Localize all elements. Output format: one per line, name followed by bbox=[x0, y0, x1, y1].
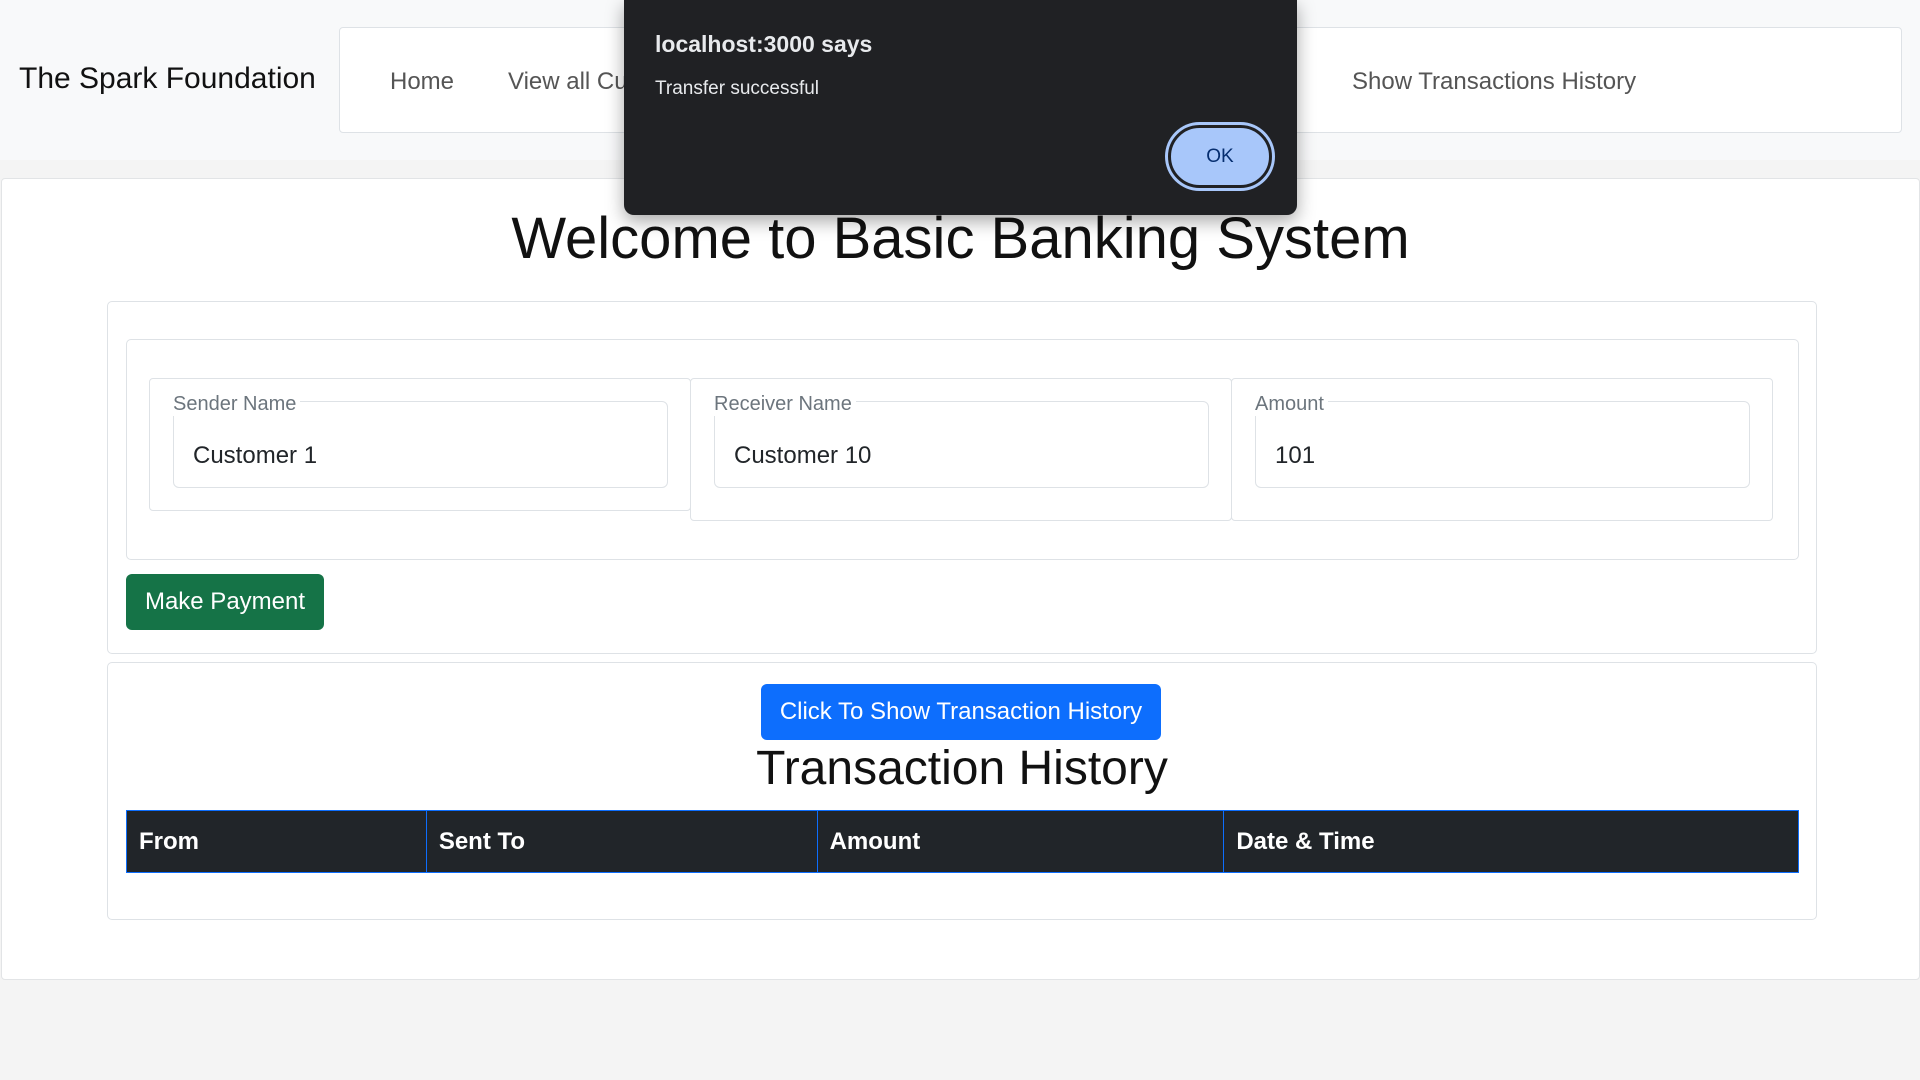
navbar-brand[interactable]: The Spark Foundation bbox=[19, 62, 316, 96]
table-header-row: From Sent To Amount Date & Time bbox=[126, 810, 1799, 873]
nav-link-view-customers[interactable]: View all Cu bbox=[508, 68, 628, 96]
column-header-from: From bbox=[126, 810, 427, 873]
payment-fields-card: Sender Name Receiver Name Amount bbox=[126, 339, 1799, 560]
dialog-ok-button[interactable]: OK bbox=[1168, 125, 1272, 188]
nav-link-home[interactable]: Home bbox=[390, 68, 454, 96]
make-payment-button[interactable]: Make Payment bbox=[126, 574, 324, 630]
receiver-name-fieldset: Receiver Name bbox=[690, 378, 1232, 521]
nav-link-transactions-history[interactable]: Show Transactions History bbox=[1352, 68, 1636, 96]
amount-label: Amount bbox=[1251, 393, 1328, 416]
transaction-history-table: From Sent To Amount Date & Time bbox=[126, 810, 1799, 873]
page-title: Welcome to Basic Banking System bbox=[511, 206, 1410, 271]
dialog-origin: localhost:3000 says bbox=[655, 31, 873, 57]
sender-name-fieldset: Sender Name bbox=[149, 378, 691, 511]
show-transaction-history-button[interactable]: Click To Show Transaction History bbox=[761, 684, 1161, 740]
alert-dialog: localhost:3000 says Transfer successful … bbox=[624, 0, 1297, 215]
transaction-history-title: Transaction History bbox=[756, 742, 1168, 795]
main-panel: Welcome to Basic Banking System Sender N… bbox=[1, 178, 1920, 980]
dialog-message: Transfer successful bbox=[655, 78, 820, 99]
sender-name-label: Sender Name bbox=[169, 393, 301, 416]
receiver-name-label: Receiver Name bbox=[710, 393, 856, 416]
column-header-date-time: Date & Time bbox=[1223, 810, 1799, 873]
amount-input[interactable] bbox=[1255, 401, 1750, 488]
column-header-sent-to: Sent To bbox=[425, 810, 818, 873]
amount-fieldset: Amount bbox=[1231, 378, 1773, 521]
transaction-history-card: Click To Show Transaction History Transa… bbox=[107, 662, 1817, 920]
column-header-amount: Amount bbox=[816, 810, 1225, 873]
payment-form-card: Sender Name Receiver Name Amount Make Pa… bbox=[107, 301, 1817, 654]
